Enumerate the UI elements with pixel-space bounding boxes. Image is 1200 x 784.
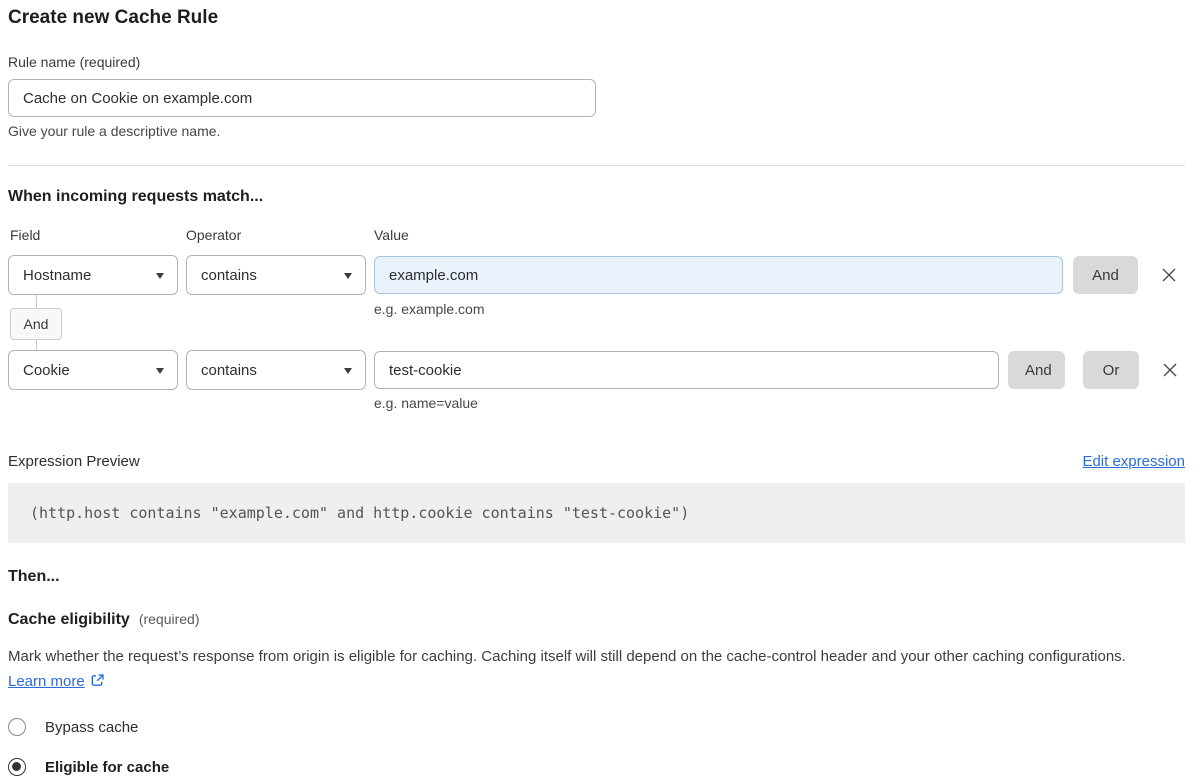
chevron-down-icon	[344, 368, 352, 374]
value-input-1[interactable]	[374, 256, 1063, 294]
edit-expression-link[interactable]: Edit expression	[1082, 453, 1185, 470]
match-heading: When incoming requests match...	[8, 187, 1185, 206]
radio-unselected-icon[interactable]	[8, 718, 26, 736]
rule-name-label: Rule name (required)	[8, 54, 1185, 70]
remove-condition-button-1[interactable]	[1158, 264, 1180, 286]
condition-column-labels: Field Operator Value	[8, 227, 1185, 243]
operator-select-2[interactable]: contains	[186, 350, 366, 390]
create-cache-rule-form: Create new Cache Rule Rule name (require…	[0, 0, 1200, 776]
chevron-down-icon	[156, 273, 164, 279]
connector-line-bottom	[36, 340, 37, 350]
cache-eligibility-description: Mark whether the request’s response from…	[8, 644, 1160, 696]
operator-select-1[interactable]: contains	[186, 255, 366, 295]
operator-select-1-value: contains	[201, 267, 257, 284]
radio-option-bypass-cache[interactable]: Bypass cache	[8, 718, 1185, 736]
expression-preview-code: (http.host contains "example.com" and ht…	[8, 483, 1185, 543]
add-and-condition-button-2[interactable]: And	[1008, 351, 1065, 389]
required-note: (required)	[139, 611, 200, 627]
radio-option-eligible-for-cache[interactable]: Eligible for cache	[8, 758, 1185, 776]
close-icon	[1160, 266, 1178, 284]
chevron-down-icon	[156, 368, 164, 374]
field-select-1[interactable]: Hostname	[8, 255, 178, 295]
operator-select-2-value: contains	[201, 362, 257, 379]
expression-preview-label: Expression Preview	[8, 453, 140, 470]
value-input-2[interactable]	[374, 351, 999, 389]
value-column-label: Value	[374, 227, 1185, 243]
rule-name-help: Give your rule a descriptive name.	[8, 123, 1185, 139]
field-select-1-value: Hostname	[23, 267, 91, 284]
radio-label: Eligible for cache	[45, 759, 169, 776]
value-hint-2: e.g. name=value	[374, 395, 1185, 411]
connector-band: And e.g. example.com	[8, 295, 1185, 350]
field-select-2[interactable]: Cookie	[8, 350, 178, 390]
connector-line-top	[36, 295, 37, 308]
chevron-down-icon	[344, 273, 352, 279]
connector-and-button[interactable]: And	[10, 308, 62, 340]
page-title: Create new Cache Rule	[8, 6, 1185, 30]
learn-more-link[interactable]: Learn more	[8, 673, 85, 690]
add-and-condition-button-1[interactable]: And	[1073, 256, 1138, 294]
add-or-condition-button-2[interactable]: Or	[1083, 351, 1139, 389]
condition-row-2: Cookie contains And Or	[8, 350, 1185, 390]
field-column-label: Field	[8, 227, 186, 243]
value-hint-1: e.g. example.com	[374, 301, 485, 317]
description-text: Mark whether the request’s response from…	[8, 648, 1126, 665]
section-divider	[8, 165, 1185, 166]
operator-column-label: Operator	[186, 227, 374, 243]
radio-selected-icon[interactable]	[8, 758, 26, 776]
radio-label: Bypass cache	[45, 719, 138, 736]
condition-row-1: Hostname contains And	[8, 255, 1185, 295]
then-heading: Then...	[8, 568, 1185, 586]
cache-eligibility-title: Cache eligibility	[8, 611, 130, 629]
close-icon	[1161, 361, 1179, 379]
expression-header: Expression Preview Edit expression	[8, 453, 1185, 470]
rule-name-input[interactable]	[8, 79, 596, 117]
remove-condition-button-2[interactable]	[1159, 359, 1181, 381]
cache-eligibility-heading: Cache eligibility (required)	[8, 611, 1185, 629]
field-select-2-value: Cookie	[23, 362, 70, 379]
external-link-icon	[90, 671, 105, 696]
